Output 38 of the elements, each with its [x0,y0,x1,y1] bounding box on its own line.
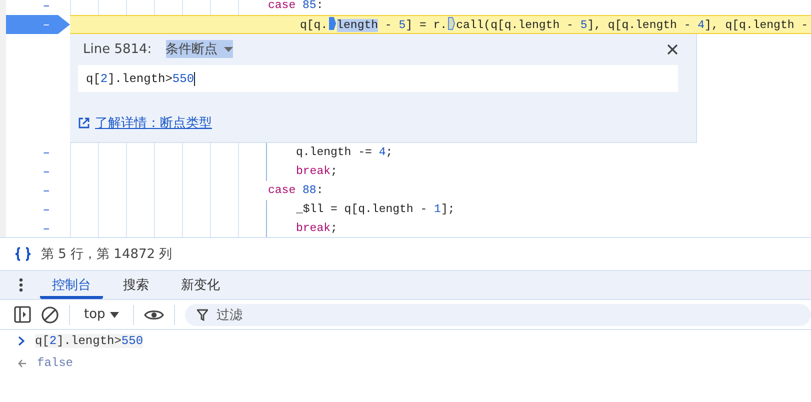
line-label: Line 5814: [83,42,152,56]
code-line: case 85: [268,0,324,12]
close-button[interactable] [665,42,680,56]
code-line: _$ll = q[q.length - 1]; [296,203,455,216]
line-gutter-mark: – [42,18,50,32]
eye-icon[interactable] [144,308,164,322]
line-gutter-mark: – [42,146,50,160]
line-gutter-mark: – [42,222,50,236]
console-input-text: q[2].length>550 [35,334,144,348]
panel-tab[interactable]: 搜索 [111,271,161,299]
caret-icon [224,46,233,52]
code-line: break; [296,165,338,178]
close-icon [667,44,678,54]
breakpoint-type-dropdown[interactable]: 条件断点 [166,40,233,58]
context-dropdown[interactable]: top [80,307,124,322]
condition-input-field[interactable]: q[2].length>550 [78,65,678,92]
panel-tab[interactable]: 控制台 [40,271,103,299]
code-line: q.length -= 4; [296,146,393,159]
cursor-position-text: 第 5 行，第 14872 列 [41,246,172,263]
external-link-icon [78,117,90,129]
filter-field[interactable]: 过滤 [185,304,811,326]
caret-icon [110,312,120,318]
breakpoint-marker-icon[interactable] [448,17,456,30]
panel-tab[interactable]: 新变化 [169,271,232,299]
pretty-print-icon[interactable] [14,247,32,261]
line-gutter-mark: – [42,184,50,198]
line-gutter-mark: – [42,0,50,12]
line-gutter-mark: – [42,202,50,216]
code-line: case 88: [268,184,324,197]
result-arrow-icon [18,358,27,368]
line-gutter-mark: – [42,164,50,178]
code-line: q[q. length - 5] = r. call(q[q.length - 5], q[q.length - 4], q[q.length - [300,17,808,32]
code-line: break; [296,222,338,235]
prompt-chevron-icon [18,336,25,346]
filter-icon [197,308,208,320]
clear-console-icon[interactable] [41,306,59,324]
sidebar-toggle-icon[interactable] [14,306,31,323]
console-result-text: false [37,356,74,370]
